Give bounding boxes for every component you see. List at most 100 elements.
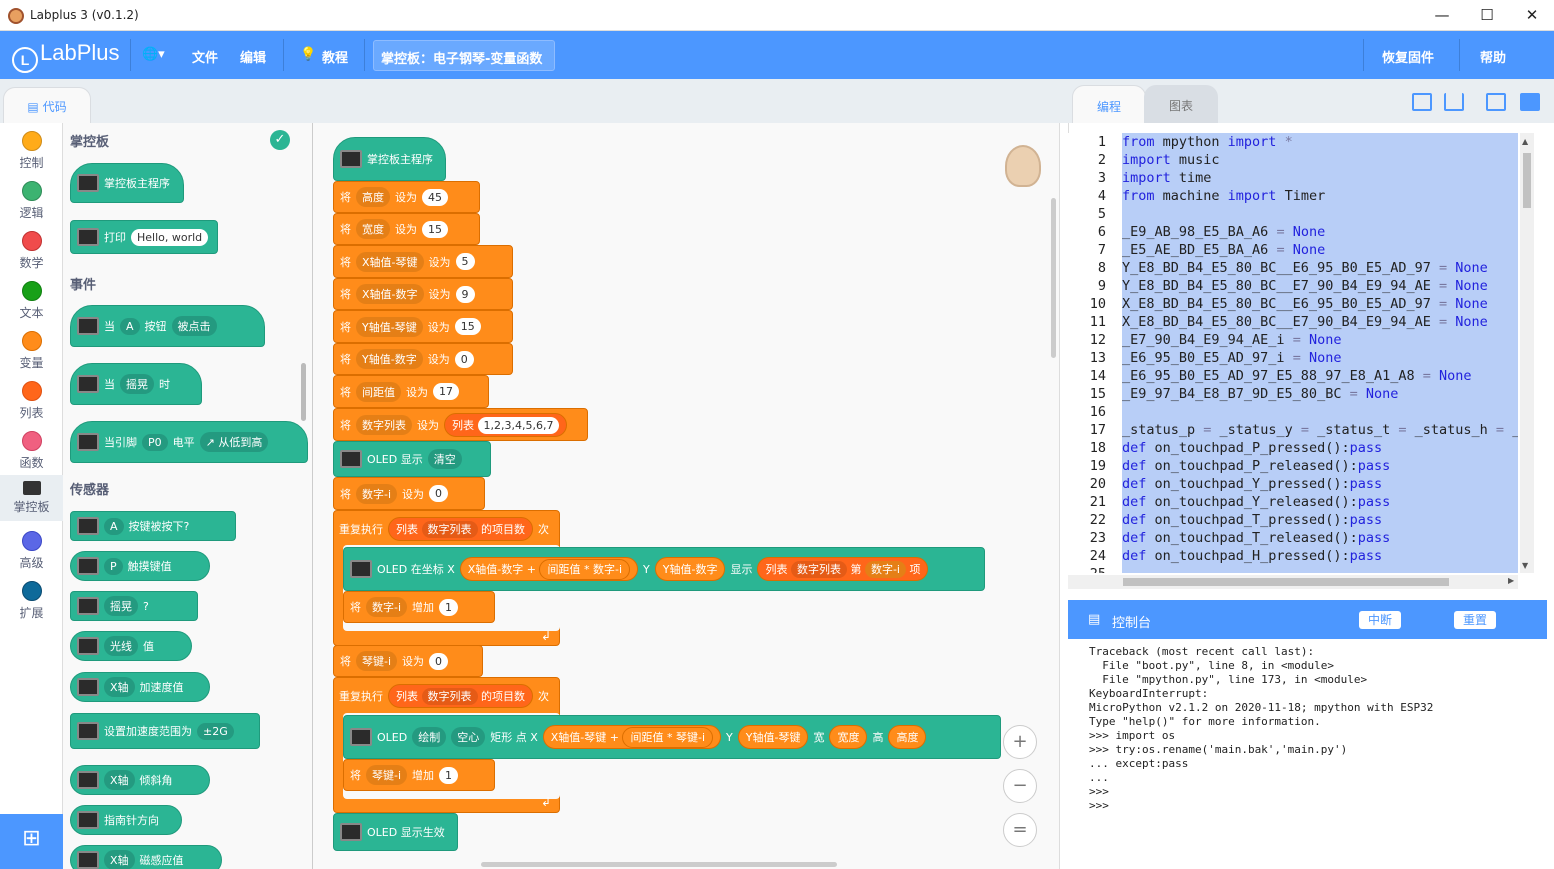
editor-vscrollbar[interactable]: ▲ ▼ [1520,133,1534,573]
line-number: 20 [1089,476,1106,492]
help-menu[interactable]: 帮助 [1480,47,1506,66]
block-canvas[interactable]: 掌控板主程序 将高度 设为 45 将宽度 设为 15 将 X轴值-琴键 设为 5 将 X轴值-数… [313,123,1060,869]
code-text[interactable]: from mpython import * import music import … [1122,133,1518,573]
block-light-value[interactable]: 光线值 [70,631,192,661]
line-number: 3 [1097,170,1106,186]
canvas-vscrollbar[interactable] [1051,198,1056,358]
board-icon [340,823,362,841]
block-set-numi[interactable]: 将数字-i 设为 0 [333,477,485,510]
category-extensions[interactable]: 扩展 [0,581,63,621]
code-editor[interactable]: 1234567891011121314151617181920212223242… [1068,133,1542,573]
block-main-program[interactable]: 掌控板主程序 [333,137,446,181]
block-oled-apply[interactable]: OLED 显示生效 [333,813,458,851]
block-set-xkey[interactable]: 将 X轴值-琴键 设为 5 [333,245,513,278]
block-set-accel-range[interactable]: 设置加速度范围为 ±2G [70,713,260,749]
editor-hscrollbar[interactable]: ▶ [1068,575,1518,589]
zoom-in-icon: + [1012,731,1028,752]
code-line: def on_touchpad_H_pressed():pass [1122,548,1383,564]
block-set-height[interactable]: 将高度 设为 45 [333,181,480,213]
repeat-2-header: 重复执行 列表 数字列表 的项目数次 [333,679,555,713]
zoom-in-button[interactable]: + [1003,725,1037,759]
language-menu[interactable]: 🌐▾ [142,47,165,62]
canvas-hscrollbar[interactable] [481,862,837,867]
block-when-shake[interactable]: 当摇晃时 [70,363,202,405]
flyout-scrollbar[interactable] [301,363,306,421]
edit-menu[interactable]: 编辑 [240,47,266,66]
code-line: def on_touchpad_T_pressed():pass [1122,512,1383,528]
layout-split-icon[interactable] [1486,93,1506,111]
block-set-ykey[interactable]: 将 Y轴值-琴键 设为 15 [333,310,513,343]
category-variables[interactable]: 变量 [0,331,63,371]
file-menu[interactable]: 文件 [192,47,218,66]
block-main-program[interactable]: 掌控板主程序 [70,163,184,203]
code-line: from mpython import * [1122,134,1293,150]
code-line: Y_E8_BD_B4_E5_80_BC__E6_95_B0_E5_AD_97 =… [1122,260,1488,276]
block-touch-value[interactable]: P 触摸键值 [70,551,210,581]
console-output[interactable]: Traceback (most recent call last): File … [1068,639,1547,869]
category-logic[interactable]: 逻辑 [0,181,63,221]
zoom-reset-button[interactable]: = [1003,813,1037,847]
block-set-ynum[interactable]: 将 Y轴值-数字 设为 0 [333,343,513,375]
console-title: 控制台 [1112,616,1152,631]
reset-button[interactable]: 重置 [1454,611,1496,629]
add-extension-button[interactable]: ⊞ [0,814,63,869]
download-icon[interactable] [1444,93,1464,111]
line-number: 2 [1097,152,1106,168]
window-titlebar: Labplus 3 (v0.1.2) — ☐ ✕ [0,0,1554,31]
board-icon [77,851,99,869]
category-lists[interactable]: 列表 [0,381,63,421]
maximize-button[interactable]: ☐ [1477,6,1497,24]
block-button-pressed[interactable]: A 按键被按下? [70,511,236,541]
block-set-keyi[interactable]: 将琴键-i 设为 0 [333,645,483,677]
board-icon [77,174,99,192]
tutorial-menu[interactable]: 教程 [322,47,348,66]
close-button[interactable]: ✕ [1522,6,1542,24]
block-print[interactable]: 打印 Hello, world [70,220,218,254]
line-number: 6 [1097,224,1106,240]
interrupt-button[interactable]: 中断 [1359,611,1401,629]
block-set-width[interactable]: 将宽度 设为 15 [333,213,480,245]
run-icon[interactable] [1412,93,1432,111]
block-oled-text-at[interactable]: OLED 在坐标 X X轴值-数字 + 间距值 * 数字-i Y Y轴值-数字 显示 列表… [343,547,985,591]
block-is-shaken[interactable]: 摇晃? [70,591,198,621]
category-advanced[interactable]: 高级 [0,531,63,571]
block-oled-draw-rect[interactable]: OLED 绘制 空心 矩形 点 X X轴值-琴键 + 间距值 * 琴键-i Y Y轴值-琴键… [343,715,1001,759]
board-icon [350,728,372,746]
code-line: _E9_AB_98_E5_BA_A6 = None [1122,224,1326,240]
board-icon [77,597,99,615]
block-acceleration[interactable]: X轴 加速度值 [70,672,210,702]
window-title: Labplus 3 (v0.1.2) [30,8,139,22]
block-compass[interactable]: 指南针方向 [70,805,182,835]
board-icon [77,228,99,246]
block-magnetic[interactable]: X轴 磁感应值 [70,845,222,869]
block-when-button[interactable]: 当 A 按钮 被点击 [70,305,265,347]
block-set-list[interactable]: 将数字列表 设为 列表 1,2,3,4,5,6,7 [333,408,588,441]
flyout-heading-events: 事件 [70,278,97,293]
layout-panel-icon[interactable] [1520,93,1540,111]
block-tilt-angle[interactable]: X轴 倾斜角 [70,765,210,795]
category-control[interactable]: 控制 [0,131,63,171]
block-when-pin[interactable]: 当引脚 P0 电平 ↗ 从低到高 [70,421,308,463]
board-icon [77,375,99,393]
category-math[interactable]: 数学 [0,231,63,271]
board-icon [77,722,99,740]
tab-code[interactable]: ▤ 代码 [3,87,91,124]
line-number: 12 [1089,332,1106,348]
project-title-input[interactable]: 掌控板：电子钢琴-变量函数 [373,40,555,71]
minimize-button[interactable]: — [1432,6,1452,24]
restore-firmware-button[interactable]: 恢复固件 [1382,47,1434,66]
board-icon [77,433,99,451]
block-oled-clear[interactable]: OLED 显示 清空 [333,441,491,477]
category-text[interactable]: 文本 [0,281,63,321]
block-set-xnum[interactable]: 将 X轴值-数字 设为 9 [333,278,513,310]
block-change-numi[interactable]: 将数字-i 增加 1 [343,591,495,623]
block-change-keyi[interactable]: 将琴键-i 增加 1 [343,759,495,791]
loop-arrow-icon: ↲ [541,629,552,643]
category-board[interactable]: 掌控板 [0,475,63,521]
tab-program[interactable]: 编程 [1072,85,1146,124]
block-set-gap[interactable]: 将间距值 设为 17 [333,375,489,408]
category-functions[interactable]: 函数 [0,431,63,471]
zoom-out-button[interactable]: − [1003,769,1037,803]
tab-chart[interactable]: 图表 [1144,85,1218,124]
